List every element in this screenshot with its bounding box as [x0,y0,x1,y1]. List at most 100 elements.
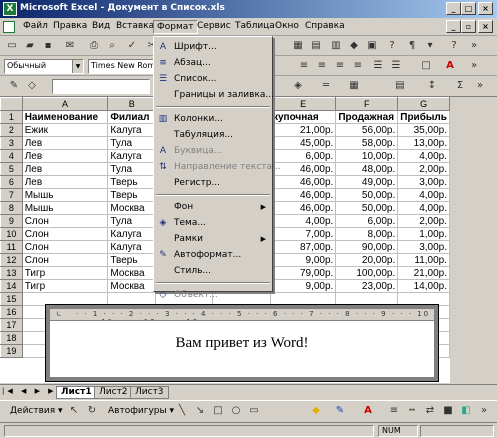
format-menu-item[interactable]: Фон ▶ [154,199,272,215]
format-menu-item[interactable]: Стиль... [154,263,272,279]
table-cell[interactable]: Лев [21,136,109,150]
row-header[interactable]: 19 [0,344,23,358]
format-menu-item[interactable]: ◈ Тема... [154,215,272,231]
document-map-icon[interactable]: ▣ [364,39,380,53]
row-header[interactable]: 16 [0,305,23,319]
zoom-icon[interactable]: ▾ [422,39,438,53]
text-color-icon[interactable]: A [360,404,376,418]
minimize-icon[interactable]: _ [446,2,461,15]
line-color-icon[interactable]: ✎ [332,404,348,418]
table-cell[interactable]: 48,00р. [335,162,399,176]
grid-icon[interactable]: ▦ [346,79,362,93]
font-color-icon[interactable]: A [442,59,458,73]
row-header[interactable]: 2 [0,123,23,137]
table-cell[interactable]: 49,00р. [335,175,399,189]
format-menu-item[interactable]: ✎ Автоформат... [154,247,272,263]
menu-format[interactable]: Формат [153,20,198,34]
tab-sheet1[interactable]: Лист1 [56,386,97,399]
menu-help[interactable]: Справка [302,20,348,34]
table-cell[interactable]: 100,00р. [335,266,399,280]
table-cell[interactable]: 56,00р. [335,123,399,137]
table-cell[interactable] [335,292,399,306]
header-cell[interactable]: Продажная [335,110,399,124]
table-cell[interactable]: 79,00р. [269,266,337,280]
row-header[interactable]: 3 [0,136,23,150]
table-cell[interactable]: Тверь [107,253,157,267]
table-cell[interactable]: 23,00р. [335,279,399,293]
row-header[interactable]: 13 [0,266,23,280]
column-header-e[interactable]: E [269,97,337,111]
table-cell[interactable]: Тула [107,136,157,150]
format-menu-item[interactable]: ≡ Абзац... [154,55,272,71]
3d-icon[interactable]: ◧ [458,404,474,418]
row-header[interactable]: 8 [0,201,23,215]
pencil-icon[interactable]: ✎ [6,79,22,93]
format-menu-item[interactable]: A Шрифт... [154,39,272,55]
excel-app-icon[interactable]: X [3,2,17,16]
numbering-icon[interactable]: ☰ [370,59,386,73]
rotate-icon[interactable]: ↻ [84,404,100,418]
dash-style-icon[interactable]: ┅ [404,404,420,418]
row-header[interactable]: 4 [0,149,23,163]
bullets-icon[interactable]: ☰ [388,59,404,73]
table-cell[interactable]: 46,00р. [269,201,337,215]
menu-tools[interactable]: Сервис [194,20,234,34]
menu-insert[interactable]: Вставка [113,20,157,34]
preview-icon[interactable]: ⌕ [104,39,120,53]
doc-restore-icon[interactable]: ▫ [461,20,476,33]
select-all-corner[interactable] [0,97,23,111]
font-combo[interactable]: Times New Roma [88,59,154,74]
table-cell[interactable]: Тигр [21,279,109,293]
table-cell[interactable]: Калуга [107,149,157,163]
toolbar-options-icon-4[interactable]: » [476,404,492,418]
format-menu-item[interactable]: ▥ Колонки... [154,111,272,127]
table-cell[interactable]: Мышь [21,201,109,215]
table-cell[interactable]: 45,00р. [269,136,337,150]
format-menu-item[interactable]: Регистр... [154,175,272,191]
table-cell[interactable]: 8,00р. [335,227,399,241]
table-cell[interactable]: 2,00р. [397,214,450,228]
tab-stop-icon[interactable]: ∟ [56,310,62,318]
table-cell[interactable]: Лев [21,149,109,163]
column-header-b[interactable]: B [107,97,157,111]
row-header[interactable]: 18 [0,331,23,345]
autoshapes-button[interactable]: Автофигуры ▾ [108,406,174,416]
table-cell[interactable]: Слон [21,227,109,241]
excel-sheet-icon[interactable]: ▤ [308,39,324,53]
table-cell[interactable]: Тверь [107,175,157,189]
row-header[interactable]: 17 [0,318,23,332]
menu-file[interactable]: Файл [20,20,51,34]
save-icon[interactable]: ▪ [40,39,56,53]
table-cell[interactable]: 1,00р. [397,227,450,241]
new-icon[interactable]: ▭ [4,39,20,53]
fill-bucket-icon[interactable]: ◆ [308,404,324,418]
table-cell[interactable]: 2,00р. [397,162,450,176]
table-cell[interactable]: Москва [107,279,157,293]
actions-button[interactable]: Действия ▾ [10,406,63,416]
table-cell[interactable]: 4,00р. [397,201,450,215]
align-center-icon[interactable]: ≡ [314,59,330,73]
print-icon[interactable]: ⎙ [86,39,102,53]
header-cell[interactable]: Прибыль [397,110,450,124]
email-icon[interactable]: ✉ [62,39,78,53]
toolbar-options-icon-3[interactable]: » [472,79,488,93]
table-cell[interactable]: Ежик [21,123,109,137]
table-cell[interactable]: 46,00р. [269,175,337,189]
tab-scroll-icon[interactable]: |◀ ◀ ▶ ▶| [2,387,62,395]
table-cell[interactable]: Лев [21,175,109,189]
line-icon[interactable]: ╲ [174,404,190,418]
table-cell[interactable]: 50,00р. [335,188,399,202]
table-cell[interactable]: Слон [21,253,109,267]
table-cell[interactable]: 14,00р. [397,279,450,293]
row-header[interactable]: 14 [0,279,23,293]
row-header[interactable]: 5 [0,162,23,176]
embedded-word-object[interactable]: ∟ · · 1 · · · 2 · · · 3 · · · 4 · · · 5 … [45,304,439,382]
textbox-icon[interactable]: ▭ [246,404,262,418]
drawing-icon[interactable]: ◆ [346,39,362,53]
table-cell[interactable]: 21,00р. [269,123,337,137]
menu-window[interactable]: Окно [272,20,302,34]
header-cell[interactable]: Филиал [107,110,157,124]
eraser-icon[interactable]: ◇ [24,79,40,93]
shadow-icon[interactable]: ■ [440,404,456,418]
format-menu-item[interactable]: ☰ Список... [154,71,272,87]
